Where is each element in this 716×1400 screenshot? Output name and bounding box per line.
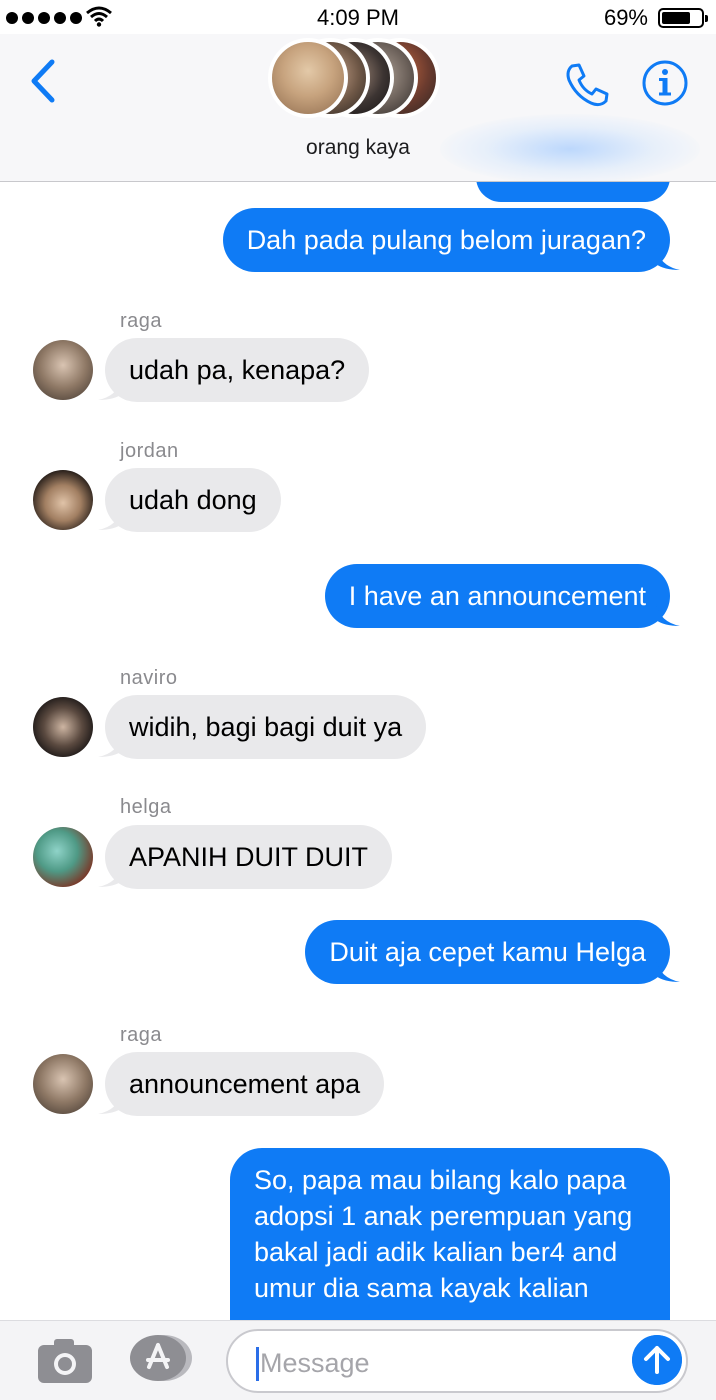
message-line: umur dia sama kayak kalian <box>254 1273 589 1303</box>
avatar[interactable] <box>33 470 93 530</box>
avatar[interactable] <box>33 827 93 887</box>
message-bubble-outgoing[interactable] <box>476 182 670 202</box>
bubble-tail <box>98 378 122 400</box>
sender-name: jordan <box>120 440 179 462</box>
app-store-icon[interactable] <box>128 1333 194 1383</box>
message-line: adopsi 1 anak perempuan yang <box>254 1201 633 1231</box>
message-bubble-outgoing[interactable]: Dah pada pulang belom juragan? <box>222 208 670 272</box>
status-bar: 4:09 PM 69% <box>0 0 716 34</box>
message-bubble-incoming[interactable]: widih, bagi bagi duit ya <box>105 695 427 759</box>
message-line: So, papa mau bilang kalo papa <box>254 1165 627 1195</box>
info-icon[interactable] <box>640 58 690 108</box>
arrow-up-icon[interactable] <box>632 1335 682 1385</box>
message-bubble-incoming[interactable]: announcement apa <box>105 1052 385 1116</box>
message-bubble-outgoing[interactable]: I have an announcement <box>324 564 670 628</box>
avatar[interactable] <box>33 697 93 757</box>
bubble-tail <box>656 960 680 982</box>
message-input[interactable] <box>260 1341 620 1385</box>
message-bubble-incoming[interactable]: udah pa, kenapa? <box>105 338 370 402</box>
message-line: bakal jadi adik kalian ber4 and <box>254 1237 618 1267</box>
bubble-tail <box>98 865 122 887</box>
battery-icon <box>658 8 708 28</box>
text-caret <box>256 1347 259 1381</box>
group-avatar-stack[interactable] <box>268 34 458 124</box>
message-bubble-incoming[interactable]: APANIH DUIT DUIT <box>105 825 393 889</box>
battery-percent: 69% <box>603 5 648 30</box>
bubble-tail <box>656 604 680 626</box>
group-avatar <box>268 38 348 118</box>
composer-bar <box>0 1320 716 1400</box>
back-chevron-icon[interactable] <box>26 56 62 106</box>
camera-icon[interactable] <box>36 1335 94 1385</box>
sender-name: helga <box>120 796 172 818</box>
sender-name: raga <box>120 1024 163 1046</box>
avatar[interactable] <box>33 340 93 400</box>
conversation-header: orang kaya <box>0 34 716 184</box>
group-name[interactable]: orang kaya <box>0 136 716 160</box>
bubble-tail <box>656 248 680 270</box>
bubble-tail <box>98 508 122 530</box>
sender-name: naviro <box>120 667 178 689</box>
message-bubble-outgoing[interactable]: Duit aja cepet kamu Helga <box>305 920 670 984</box>
message-bubble-outgoing[interactable]: So, papa mau bilang kalo papa adopsi 1 a… <box>230 1148 670 1320</box>
avatar[interactable] <box>33 1054 93 1114</box>
message-input-box[interactable] <box>226 1329 688 1393</box>
message-list[interactable]: Dah pada pulang belom juragan? raga udah… <box>0 182 716 1320</box>
phone-icon[interactable] <box>562 60 612 110</box>
message-bubble-incoming[interactable]: udah dong <box>105 468 281 532</box>
sender-name: raga <box>120 310 163 332</box>
bubble-tail <box>98 1092 122 1114</box>
bubble-tail <box>98 735 122 757</box>
